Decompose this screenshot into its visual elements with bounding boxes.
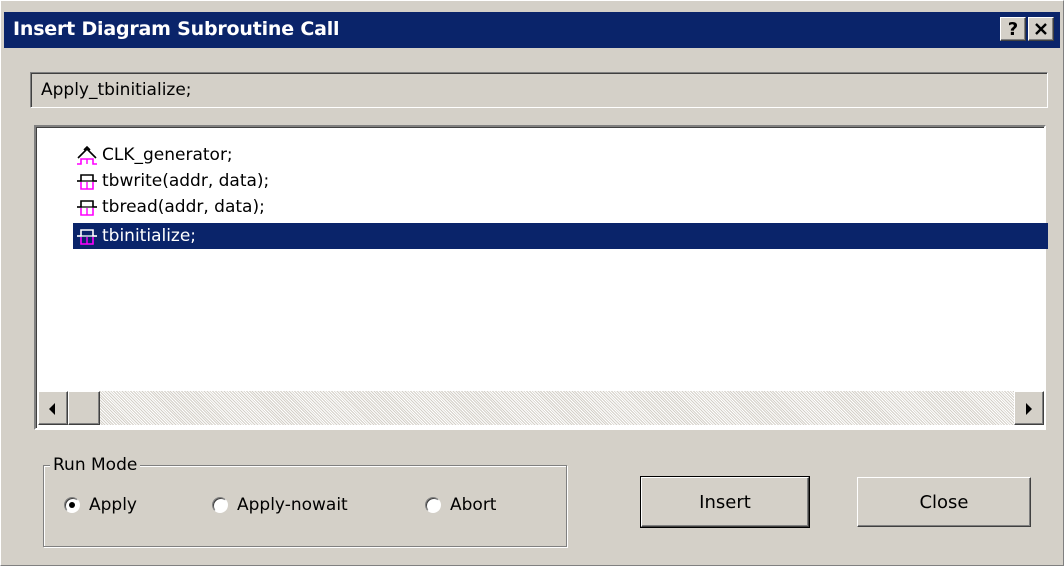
title-bar[interactable]: Insert Diagram Subroutine Call ? xyxy=(4,12,1060,48)
list-item-label: tbwrite(addr, data); xyxy=(102,171,270,191)
insert-button[interactable]: Insert xyxy=(640,476,810,528)
radio-label: Apply-nowait xyxy=(237,495,348,515)
scroll-thumb[interactable] xyxy=(68,391,100,425)
radio-circle xyxy=(212,497,228,513)
list-item[interactable]: CLK_generator; xyxy=(73,142,1048,168)
radio-apply[interactable]: Apply xyxy=(64,495,137,515)
radio-label: Abort xyxy=(450,495,497,515)
radio-label: Apply xyxy=(89,495,137,515)
radio-abort[interactable]: Abort xyxy=(425,495,496,515)
radio-circle xyxy=(425,497,441,513)
close-icon xyxy=(1035,23,1047,35)
list-item-label: CLK_generator; xyxy=(102,145,233,165)
radio-apply-nowait[interactable]: Apply-nowait xyxy=(212,495,348,515)
close-button[interactable]: Close xyxy=(857,477,1031,527)
window-title: Insert Diagram Subroutine Call xyxy=(13,18,340,40)
radio-dot xyxy=(69,502,75,508)
subroutine-icon xyxy=(77,200,97,216)
selected-call-field: Apply_tbinitialize; xyxy=(30,72,1048,108)
arrow-right-icon xyxy=(1026,403,1032,415)
selected-call-text: Apply_tbinitialize; xyxy=(41,80,192,100)
dialog-window: Insert Diagram Subroutine Call ? Apply_t… xyxy=(0,0,1064,566)
list-item-label: tbinitialize; xyxy=(102,226,197,246)
scroll-left-button[interactable] xyxy=(38,391,68,425)
list-item[interactable]: tbread(addr, data); xyxy=(73,194,1048,220)
subroutine-icon xyxy=(77,229,97,245)
run-mode-legend: Run Mode xyxy=(50,455,141,475)
list-item[interactable]: tbwrite(addr, data); xyxy=(73,168,1048,194)
subroutine-icon xyxy=(77,174,97,190)
horizontal-scrollbar[interactable] xyxy=(38,391,1044,425)
title-close-button[interactable] xyxy=(1028,17,1054,41)
help-button[interactable]: ? xyxy=(1000,17,1026,41)
list-item-selected[interactable]: tbinitialize; xyxy=(73,223,1048,249)
scroll-right-button[interactable] xyxy=(1014,391,1044,425)
list-item-label: tbread(addr, data); xyxy=(102,197,265,217)
subroutine-list[interactable]: CLK_generator; tbwrite(addr, data); tbre… xyxy=(34,125,1048,430)
clock-subroutine-icon xyxy=(77,145,97,165)
arrow-left-icon xyxy=(49,403,55,415)
radio-circle xyxy=(64,497,80,513)
